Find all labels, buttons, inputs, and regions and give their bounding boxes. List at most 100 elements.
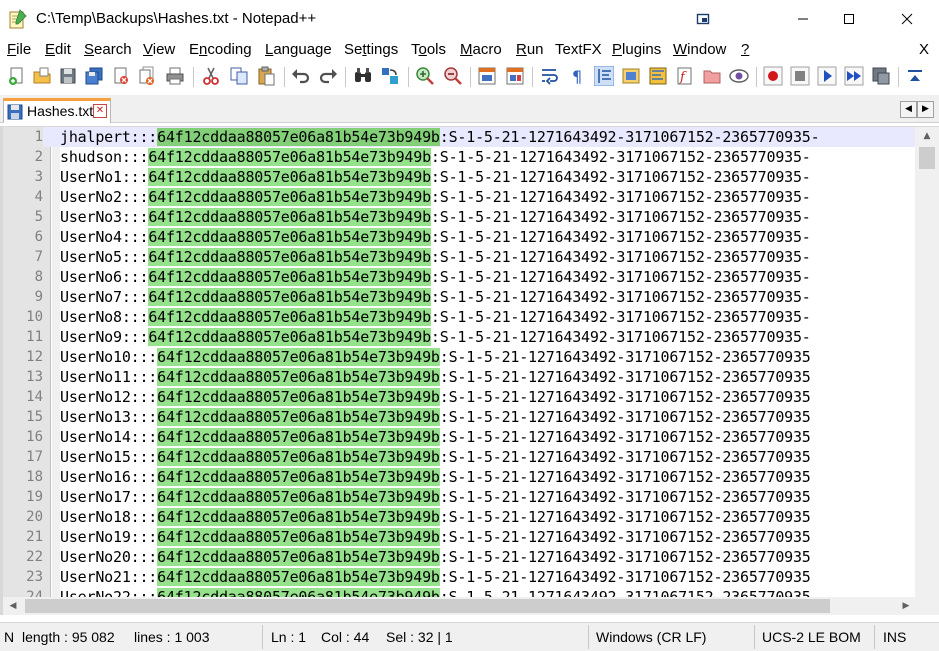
editor-line[interactable]: 16 UserNo14:::64f12cddaa88057e06a81b54e73…	[3, 427, 915, 447]
show-all-characters-icon[interactable]: ¶	[567, 66, 587, 86]
editor-line[interactable]: 5 UserNo3:::64f12cddaa88057e06a81b54e73b9…	[3, 207, 915, 227]
editor-line[interactable]: 3 UserNo1:::64f12cddaa88057e06a81b54e73b9…	[3, 167, 915, 187]
new-file-icon[interactable]	[7, 66, 27, 86]
toolbar-separator	[284, 67, 285, 87]
editor-line[interactable]: 12 UserNo10:::64f12cddaa88057e06a81b54e73…	[3, 347, 915, 367]
close-all-icon[interactable]	[137, 66, 157, 86]
text-area[interactable]: 1 jhalpert:::64f12cddaa88057e06a81b54e73b…	[3, 127, 915, 607]
menu-language[interactable]: Language	[265, 41, 332, 58]
menu-file[interactable]: File	[7, 41, 31, 58]
function-list-icon[interactable]: f	[675, 66, 695, 86]
print-icon[interactable]	[165, 66, 185, 86]
status-encoding[interactable]: UCS-2 LE BOM	[762, 629, 861, 645]
word-wrap-icon[interactable]	[540, 66, 560, 86]
scroll-up-arrow-icon[interactable]: ▲	[915, 127, 939, 145]
zoom-in-icon[interactable]	[415, 66, 435, 86]
editor-line[interactable]: 8 UserNo6:::64f12cddaa88057e06a81b54e73b9…	[3, 267, 915, 287]
editor-line[interactable]: 14 UserNo12:::64f12cddaa88057e06a81b54e73…	[3, 387, 915, 407]
editor-line[interactable]: 23 UserNo21:::64f12cddaa88057e06a81b54e73…	[3, 567, 915, 587]
editor-line[interactable]: 18 UserNo16:::64f12cddaa88057e06a81b54e73…	[3, 467, 915, 487]
status-eol-format[interactable]: Windows (CR LF)	[596, 629, 706, 645]
copy-icon[interactable]	[229, 66, 249, 86]
indent-guide-icon[interactable]	[594, 66, 614, 86]
editor-line[interactable]: 22 UserNo20:::64f12cddaa88057e06a81b54e73…	[3, 547, 915, 567]
editor-line[interactable]: 9 UserNo7:::64f12cddaa88057e06a81b54e73b9…	[3, 287, 915, 307]
find-icon[interactable]	[353, 66, 373, 86]
open-file-icon[interactable]	[32, 66, 52, 86]
document-map-icon[interactable]	[648, 66, 668, 86]
maximize-button[interactable]	[826, 0, 872, 38]
username-field: UserNo19:::	[60, 528, 158, 546]
sid-field: S-1-5-21-1271643492-3171067152-236577093…	[448, 348, 811, 366]
scroll-left-arrow-icon[interactable]: ◀	[3, 597, 23, 615]
save-icon[interactable]	[58, 66, 78, 86]
menu-encoding[interactable]: Encoding	[189, 41, 252, 58]
editor-line[interactable]: 20 UserNo18:::64f12cddaa88057e06a81b54e73…	[3, 507, 915, 527]
undo-icon[interactable]	[291, 66, 311, 86]
tab-scroll-left-button[interactable]: ◀	[900, 101, 917, 118]
menu-settings[interactable]: Settings	[344, 41, 398, 58]
menu-macro[interactable]: Macro	[460, 41, 502, 58]
record-macro-icon[interactable]	[763, 66, 783, 86]
playback-macro-icon[interactable]	[817, 66, 837, 86]
editor-line[interactable]: 13 UserNo11:::64f12cddaa88057e06a81b54e73…	[3, 367, 915, 387]
line-text: UserNo11:::64f12cddaa88057e06a81b54e73b9…	[60, 368, 811, 386]
replace-icon[interactable]	[380, 66, 400, 86]
username-field: UserNo3:::	[60, 208, 149, 226]
vertical-scrollbar[interactable]: ▲	[915, 127, 939, 597]
editor-line[interactable]: 2 shudson:::64f12cddaa88057e06a81b54e73b9…	[3, 147, 915, 167]
sid-field: S-1-5-21-1271643492-3171067152-236577093…	[439, 188, 811, 206]
editor-line[interactable]: 15 UserNo13:::64f12cddaa88057e06a81b54e73…	[3, 407, 915, 427]
close-document-button[interactable]: X	[919, 41, 929, 58]
user-defined-language-icon[interactable]	[621, 66, 641, 86]
scroll-right-arrow-icon[interactable]: ▶	[896, 597, 916, 615]
editor-line[interactable]: 1 jhalpert:::64f12cddaa88057e06a81b54e73b…	[3, 127, 915, 147]
menu-window[interactable]: Window	[673, 41, 726, 58]
menu-run[interactable]: Run	[516, 41, 544, 58]
tab-hashes-txt[interactable]: Hashes.txt ✕	[3, 98, 111, 123]
username-field: UserNo8:::	[60, 308, 149, 326]
redo-icon[interactable]	[318, 66, 338, 86]
hash-match-highlight: 64f12cddaa88057e06a81b54e73b949b	[157, 388, 440, 406]
editor-line[interactable]: 17 UserNo15:::64f12cddaa88057e06a81b54e73…	[3, 447, 915, 467]
save-all-icon[interactable]	[84, 66, 104, 86]
menu-search[interactable]: Search	[84, 41, 132, 58]
close-file-icon[interactable]	[111, 66, 131, 86]
folder-as-workspace-icon[interactable]	[702, 66, 722, 86]
pin-window-button[interactable]	[680, 0, 726, 38]
paste-icon[interactable]	[256, 66, 276, 86]
status-separator	[588, 625, 589, 649]
menu-plugins[interactable]: Plugins	[612, 41, 661, 58]
save-macro-icon[interactable]	[871, 66, 891, 86]
menu-edit[interactable]: Edit	[45, 41, 71, 58]
sid-field: S-1-5-21-1271643492-3171067152-236577093…	[448, 128, 820, 146]
horizontal-scroll-thumb[interactable]	[25, 599, 830, 613]
editor-line[interactable]: 6 UserNo4:::64f12cddaa88057e06a81b54e73b9…	[3, 227, 915, 247]
editor-line[interactable]: 19 UserNo17:::64f12cddaa88057e06a81b54e73…	[3, 487, 915, 507]
menu-tools[interactable]: Tools	[411, 41, 446, 58]
tab-close-icon[interactable]: ✕	[93, 104, 107, 118]
sync-vertical-scroll-icon[interactable]	[477, 66, 497, 86]
editor-line[interactable]: 21 UserNo19:::64f12cddaa88057e06a81b54e73…	[3, 527, 915, 547]
run-macro-multiple-icon[interactable]	[844, 66, 864, 86]
editor-line[interactable]: 4 UserNo2:::64f12cddaa88057e06a81b54e73b9…	[3, 187, 915, 207]
menu-textfx[interactable]: TextFX	[555, 41, 602, 58]
sync-horizontal-scroll-icon[interactable]	[505, 66, 525, 86]
cut-icon[interactable]	[201, 66, 221, 86]
monitoring-icon[interactable]	[729, 66, 749, 86]
editor-line[interactable]: 7 UserNo5:::64f12cddaa88057e06a81b54e73b9…	[3, 247, 915, 267]
status-insert-mode[interactable]: INS	[883, 629, 906, 645]
minimize-button[interactable]	[780, 0, 826, 38]
tab-scroll-right-button[interactable]: ▶	[917, 101, 934, 118]
vertical-scroll-thumb[interactable]	[919, 147, 935, 169]
editor[interactable]: 1 jhalpert:::64f12cddaa88057e06a81b54e73b…	[0, 126, 939, 615]
horizontal-scrollbar[interactable]: ◀ ▶	[3, 597, 915, 615]
menu-help[interactable]: ?	[741, 41, 749, 58]
options-icon[interactable]	[905, 66, 925, 86]
stop-recording-icon[interactable]	[790, 66, 810, 86]
editor-line[interactable]: 10 UserNo8:::64f12cddaa88057e06a81b54e73b…	[3, 307, 915, 327]
close-window-button[interactable]	[884, 0, 930, 38]
editor-line[interactable]: 11 UserNo9:::64f12cddaa88057e06a81b54e73b…	[3, 327, 915, 347]
zoom-out-icon[interactable]	[443, 66, 463, 86]
menu-view[interactable]: View	[143, 41, 175, 58]
